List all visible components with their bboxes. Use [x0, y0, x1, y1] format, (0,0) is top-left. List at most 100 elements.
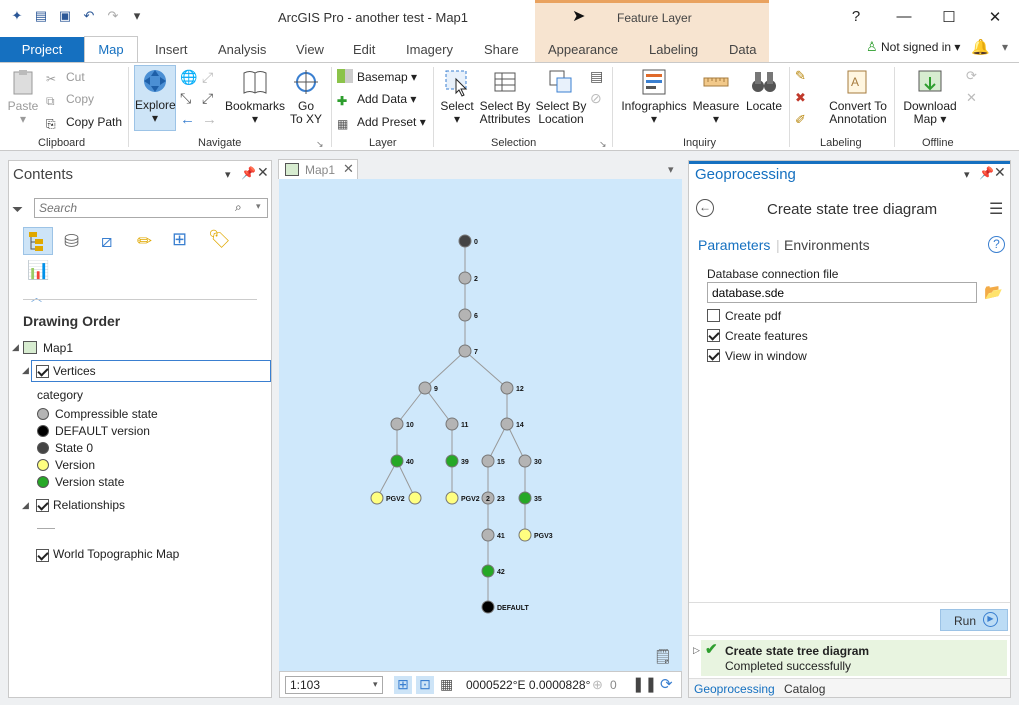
tree-node[interactable] — [390, 454, 404, 468]
expand-status-icon[interactable]: ▷ — [693, 645, 700, 656]
select-by-attributes-button[interactable]: Select By Attributes — [477, 67, 533, 126]
tab-analysis[interactable]: Analysis — [218, 42, 266, 57]
tree-node[interactable] — [481, 528, 495, 542]
geo-pane-menu-icon[interactable]: ▾ — [964, 168, 970, 181]
tree-node[interactable] — [390, 417, 404, 431]
open-project-icon[interactable]: ▤ — [32, 8, 50, 24]
select-by-location-button[interactable]: Select By Location — [534, 67, 588, 126]
notifications-bell-icon[interactable]: 🔔 — [971, 38, 990, 56]
list-by-charts-icon[interactable]: 📊 — [27, 260, 49, 281]
tree-node[interactable] — [481, 600, 495, 614]
sync-icon[interactable]: ⟳ — [966, 68, 977, 84]
tree-node[interactable] — [445, 454, 459, 468]
next-extent-icon[interactable]: → — [202, 111, 217, 128]
tree-node[interactable] — [458, 308, 472, 322]
bookmarks-button[interactable]: Bookmarks ▾ — [224, 67, 286, 126]
tab-labeling[interactable]: Labeling — [649, 42, 698, 57]
map-tab-close-icon[interactable]: ✕ — [343, 161, 354, 177]
convert-to-annotation-button[interactable]: A Convert To Annotation — [826, 67, 890, 126]
maximize-button[interactable]: ☐ — [939, 8, 959, 26]
db-connection-field[interactable] — [707, 282, 977, 303]
selection-launcher-icon[interactable]: ↘ — [599, 139, 607, 150]
search-input[interactable] — [35, 199, 225, 217]
tree-node[interactable] — [481, 454, 495, 468]
tree-node[interactable] — [445, 417, 459, 431]
sign-in-status[interactable]: ♙ Not signed in ▾ — [866, 39, 960, 55]
tab-edit[interactable]: Edit — [353, 42, 375, 57]
create-features-checkbox[interactable] — [707, 329, 720, 343]
explore-button[interactable]: Explore ▾ — [134, 65, 176, 131]
list-by-labeling-icon[interactable]: 🏷 — [208, 229, 231, 250]
tab-project[interactable]: Project — [0, 37, 84, 62]
map-view-tab[interactable]: Map1 ✕ — [278, 159, 358, 179]
browse-folder-icon[interactable]: 📂 — [984, 283, 1003, 301]
tree-node[interactable] — [458, 271, 472, 285]
pause-drawing-icon[interactable]: ❚❚ — [632, 675, 657, 693]
clear-selection-icon[interactable]: ⊘ — [590, 90, 602, 107]
add-preset-button[interactable]: ▦ Add Preset ▾ — [337, 115, 426, 131]
pane-close-icon[interactable]: ✕ — [257, 164, 269, 181]
geo-close-icon[interactable]: ✕ — [994, 164, 1006, 181]
tree-node[interactable] — [445, 491, 459, 505]
map-notes-icon[interactable]: 🗒 — [654, 648, 672, 665]
label-pin-icon[interactable]: ✐ — [795, 112, 806, 128]
go-to-xy-button[interactable]: Go To XY — [288, 67, 324, 126]
tool-menu-icon[interactable]: ☰ — [989, 199, 1003, 219]
map-name[interactable]: Map1 — [43, 341, 73, 355]
cut-button[interactable]: ✂ Cut — [46, 70, 85, 86]
tab-view[interactable]: View — [296, 42, 324, 57]
tab-insert[interactable]: Insert — [155, 42, 188, 57]
undo-icon[interactable]: ↶ — [80, 8, 98, 24]
grid-snap-icon[interactable]: ⊡ — [416, 676, 434, 694]
customize-qat-icon[interactable]: ▾ — [128, 8, 146, 24]
create-pdf-checkbox[interactable] — [707, 309, 720, 323]
relationships-visibility-checkbox[interactable] — [36, 499, 49, 513]
tree-node[interactable] — [418, 381, 432, 395]
back-button[interactable]: ← — [696, 199, 714, 217]
download-map-button[interactable]: Download Map ▾ — [900, 67, 960, 126]
tree-node[interactable] — [481, 564, 495, 578]
tab-share[interactable]: Share — [484, 42, 519, 57]
remove-offline-icon[interactable]: ✕ — [966, 90, 977, 106]
remove-label-icon[interactable]: ✖ — [795, 90, 806, 106]
save-project-icon[interactable]: ▣ — [56, 8, 74, 24]
map-tabs-dropdown-icon[interactable]: ▾ — [668, 163, 674, 176]
locate-button[interactable]: Locate — [742, 67, 786, 113]
add-data-button[interactable]: ✚ Add Data ▾ — [337, 92, 416, 108]
label-icon[interactable]: ✎ — [795, 68, 806, 84]
full-extent-icon[interactable]: 🌐 — [180, 69, 197, 86]
tree-node[interactable] — [518, 528, 532, 542]
list-by-editing-icon[interactable]: ✏ — [137, 231, 152, 252]
tab-map[interactable]: Map — [84, 36, 138, 63]
geo-pin-icon[interactable]: 📌 — [979, 166, 994, 180]
tree-node[interactable] — [500, 381, 514, 395]
copy-button[interactable]: ⧉ Copy — [46, 92, 94, 108]
expand-vertices-icon[interactable]: ◢ — [22, 365, 29, 376]
ribbon-expand-icon[interactable]: ▾ — [1002, 40, 1008, 54]
tab-appearance[interactable]: Appearance — [548, 42, 618, 57]
list-by-selection-icon[interactable]: ⧄ — [101, 231, 112, 252]
pane-menu-icon[interactable]: ▾ — [225, 168, 231, 181]
attributes-table-icon[interactable]: ▤ — [590, 68, 603, 85]
tree-node[interactable] — [518, 491, 532, 505]
zoom-to-layer-icon[interactable]: ⤢ — [202, 69, 213, 86]
infographics-button[interactable]: Infographics ▾ — [618, 67, 690, 126]
close-button[interactable]: ✕ — [985, 8, 1005, 26]
redo-icon[interactable]: ↷ — [104, 8, 122, 24]
previous-extent-icon[interactable]: ← — [180, 111, 195, 128]
map-canvas[interactable]: 0 2 6 7 9 12 10 11 14 40 39 15 30 PGV2 PGV2 2 23 35 41 PGV3… — [279, 179, 682, 671]
snapping-icon[interactable]: ⊞ — [394, 676, 412, 694]
pin-icon[interactable]: 📌 — [241, 166, 256, 180]
help-icon[interactable]: ? — [988, 236, 1005, 253]
paste-button[interactable]: Paste ▾ — [6, 67, 40, 126]
grid-icon[interactable]: ▦ — [440, 676, 453, 693]
tab-imagery[interactable]: Imagery — [406, 42, 453, 57]
search-icon[interactable]: ⌕ — [235, 200, 242, 215]
vertices-visibility-checkbox[interactable] — [36, 365, 49, 379]
run-button[interactable]: Run ▶ — [940, 609, 1008, 631]
refresh-icon[interactable]: ⟳ — [660, 675, 673, 693]
select-button[interactable]: Select ▾ — [438, 67, 476, 126]
tree-node[interactable] — [370, 491, 384, 505]
bottom-tab-geoprocessing[interactable]: Geoprocessing — [694, 682, 775, 696]
tree-node[interactable] — [458, 234, 472, 248]
